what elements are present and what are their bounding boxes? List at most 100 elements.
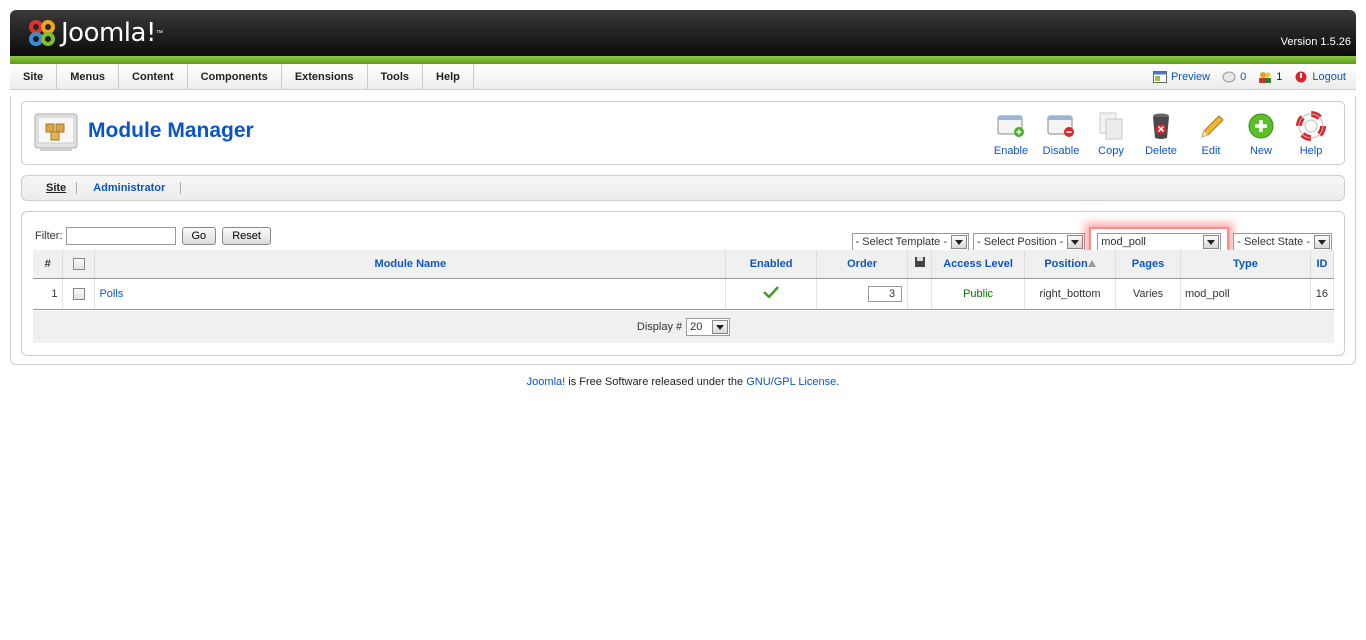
chevron-down-icon <box>1067 235 1084 249</box>
col-position[interactable]: Position <box>1024 250 1117 279</box>
col-module-name[interactable]: Module Name <box>94 250 727 279</box>
select-all-checkbox[interactable] <box>72 257 85 270</box>
select-type-value: mod_poll <box>1101 236 1146 248</box>
version-label: Version 1.5.26 <box>1280 36 1351 48</box>
header-accent-bar <box>10 56 1356 64</box>
users-icon <box>1259 72 1272 83</box>
delete-label: Delete <box>1145 145 1177 157</box>
row-type: mod_poll <box>1180 278 1311 310</box>
menu-components[interactable]: Components <box>188 64 282 90</box>
license-link[interactable]: GNU/GPL License <box>746 376 836 388</box>
filter-label: Filter: <box>35 230 63 242</box>
col-pages[interactable]: Pages <box>1115 250 1181 279</box>
display-count-select[interactable]: 20 <box>686 318 731 336</box>
select-position-value: - Select Position - <box>977 236 1064 248</box>
preview-label: Preview <box>1170 71 1211 83</box>
logout-icon <box>1295 71 1307 83</box>
col-enabled[interactable]: Enabled <box>725 250 818 279</box>
row-pages: Varies <box>1115 278 1181 310</box>
header-bar: Joomla! ™ Version 1.5.26 <box>10 10 1356 56</box>
row-position: right_bottom <box>1024 278 1117 310</box>
module-name-link[interactable]: Polls <box>94 278 727 310</box>
disable-label: Disable <box>1042 145 1080 157</box>
select-position[interactable]: - Select Position - <box>973 233 1086 251</box>
save-order-icon[interactable] <box>914 256 926 268</box>
checkmark-icon[interactable] <box>763 286 780 299</box>
delete-button[interactable]: Delete <box>1136 110 1186 158</box>
enable-icon <box>997 115 1024 137</box>
status-area: Preview 0 1 Logout <box>1152 64 1346 90</box>
submenu-administrator[interactable]: Administrator <box>77 182 182 194</box>
col-select-all <box>62 250 96 279</box>
col-num: # <box>33 250 64 279</box>
main-menubar: Site Menus Content Components Extensions… <box>10 64 1356 90</box>
row-order: 3 <box>816 278 909 310</box>
footer-end: . <box>836 376 840 388</box>
preview-link[interactable]: Preview <box>1152 71 1211 83</box>
messages-indicator[interactable]: 0 <box>1222 71 1246 83</box>
display-label: Display # <box>636 321 683 333</box>
menu-site[interactable]: Site <box>10 64 58 90</box>
enable-button[interactable]: Enable <box>986 110 1036 158</box>
users-count: 1 <box>1276 71 1283 83</box>
menu-tools[interactable]: Tools <box>368 64 424 90</box>
chevron-down-icon <box>951 235 968 249</box>
row-save-order-cell <box>907 278 933 310</box>
logo-text: Joomla! <box>61 18 156 48</box>
new-label: New <box>1249 145 1272 157</box>
submenu-site[interactable]: Site <box>36 182 78 194</box>
sort-asc-icon <box>1087 259 1096 267</box>
logout-link[interactable]: Logout <box>1294 71 1346 83</box>
disable-button[interactable]: Disable <box>1036 110 1086 158</box>
row-checkbox[interactable] <box>72 287 85 300</box>
enable-label: Enable <box>993 145 1029 157</box>
select-template-value: - Select Template - <box>855 236 948 248</box>
row-num: 1 <box>33 278 64 310</box>
copy-icon <box>1099 112 1123 140</box>
pagination-footer: Display # 20 <box>33 311 1334 343</box>
row-enabled <box>725 278 818 310</box>
chevron-down-icon <box>712 320 729 334</box>
col-save-order <box>907 250 933 279</box>
edit-label: Edit <box>1201 145 1221 157</box>
access-level-link[interactable]: Public <box>931 278 1026 310</box>
client-submenu: Site Administrator <box>21 175 1345 201</box>
filter-bar: Filter: Go Reset <box>35 227 271 245</box>
joomla-logo-icon <box>27 18 57 48</box>
new-button[interactable]: New <box>1236 110 1286 158</box>
users-indicator: 1 <box>1258 71 1282 83</box>
col-position-label: Position <box>1044 257 1088 270</box>
select-type[interactable]: mod_poll <box>1097 233 1222 251</box>
go-button[interactable]: Go <box>181 227 217 245</box>
menu-content[interactable]: Content <box>119 64 188 90</box>
copy-button[interactable]: Copy <box>1086 110 1136 158</box>
select-template[interactable]: - Select Template - <box>851 233 970 251</box>
action-toolbar: Enable Disable Copy Delete Edit New Help <box>986 110 1336 158</box>
menu-extensions[interactable]: Extensions <box>282 64 368 90</box>
select-state-value: - Select State - <box>1237 236 1310 248</box>
order-input[interactable]: 3 <box>868 285 903 302</box>
menu-help[interactable]: Help <box>423 64 474 90</box>
table-header-row: # Module Name Enabled Order Access Level… <box>33 250 1335 279</box>
row-id: 16 <box>1310 278 1335 310</box>
edit-button[interactable]: Edit <box>1186 110 1236 158</box>
footer-text: is Free Software released under the <box>565 376 747 388</box>
col-id[interactable]: ID <box>1310 250 1335 279</box>
joomla-footer-link[interactable]: Joomla! <box>527 376 566 388</box>
table-row: 1 Polls 3 Public right_bottom Varies mod… <box>33 278 1335 310</box>
col-order[interactable]: Order <box>816 250 909 279</box>
plus-icon <box>1248 113 1274 139</box>
toolbar-box: Module Manager Enable Disable Copy Delet… <box>21 101 1345 165</box>
filter-input[interactable] <box>65 227 176 245</box>
reset-button[interactable]: Reset <box>222 227 271 245</box>
main-menu: Site Menus Content Components Extensions… <box>10 64 474 90</box>
col-type[interactable]: Type <box>1180 250 1311 279</box>
help-button[interactable]: Help <box>1286 110 1336 158</box>
joomla-logo[interactable]: Joomla! ™ <box>27 16 163 50</box>
page-footer: Joomla! is Free Software released under … <box>0 376 1366 388</box>
select-state[interactable]: - Select State - <box>1233 233 1332 251</box>
col-access-level[interactable]: Access Level <box>931 250 1026 279</box>
menu-menus[interactable]: Menus <box>57 64 120 90</box>
help-label: Help <box>1299 145 1323 157</box>
module-list-box: Filter: Go Reset - Select Template - - S… <box>21 211 1345 356</box>
